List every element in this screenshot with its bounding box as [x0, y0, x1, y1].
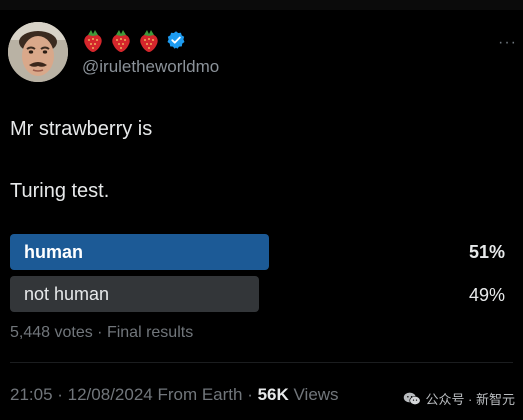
- strawberry-icon: [140, 30, 158, 52]
- more-options-icon[interactable]: ···: [498, 34, 517, 52]
- top-edge-strip: [0, 0, 523, 10]
- timestamp[interactable]: 21:05 · 12/08/2024 From Earth ·: [10, 385, 258, 404]
- views-label: Views: [288, 385, 339, 404]
- user-handle[interactable]: @iruletheworldmo: [82, 57, 219, 77]
- views-count[interactable]: 56K: [258, 385, 289, 404]
- poll-option-human[interactable]: human: [10, 234, 269, 270]
- display-name[interactable]: [80, 26, 186, 54]
- tweet-text-line-1: Mr strawberry is: [10, 118, 153, 140]
- strawberry-icon: [112, 30, 130, 52]
- watermark: 公众号 · 新智元: [403, 389, 515, 408]
- avatar[interactable]: [8, 22, 68, 82]
- tweet-metadata: 21:05 · 12/08/2024 From Earth · 56K View…: [10, 385, 339, 405]
- poll-option-label: not human: [24, 283, 110, 304]
- divider: [10, 362, 513, 363]
- strawberry-icon: [84, 30, 102, 52]
- verified-badge-icon: [167, 31, 185, 49]
- poll-option-label: human: [24, 241, 84, 262]
- poll-option-not-human[interactable]: not human: [10, 276, 259, 312]
- poll-votes-summary: 5,448 votes · Final results: [10, 324, 194, 341]
- watermark-text: 公众号 · 新智元: [425, 392, 515, 407]
- wechat-icon: [404, 392, 421, 405]
- tweet-text-line-2: Turing test.: [10, 180, 110, 202]
- poll-option-percent: 51%: [468, 242, 505, 262]
- poll-option-percent: 49%: [468, 285, 505, 305]
